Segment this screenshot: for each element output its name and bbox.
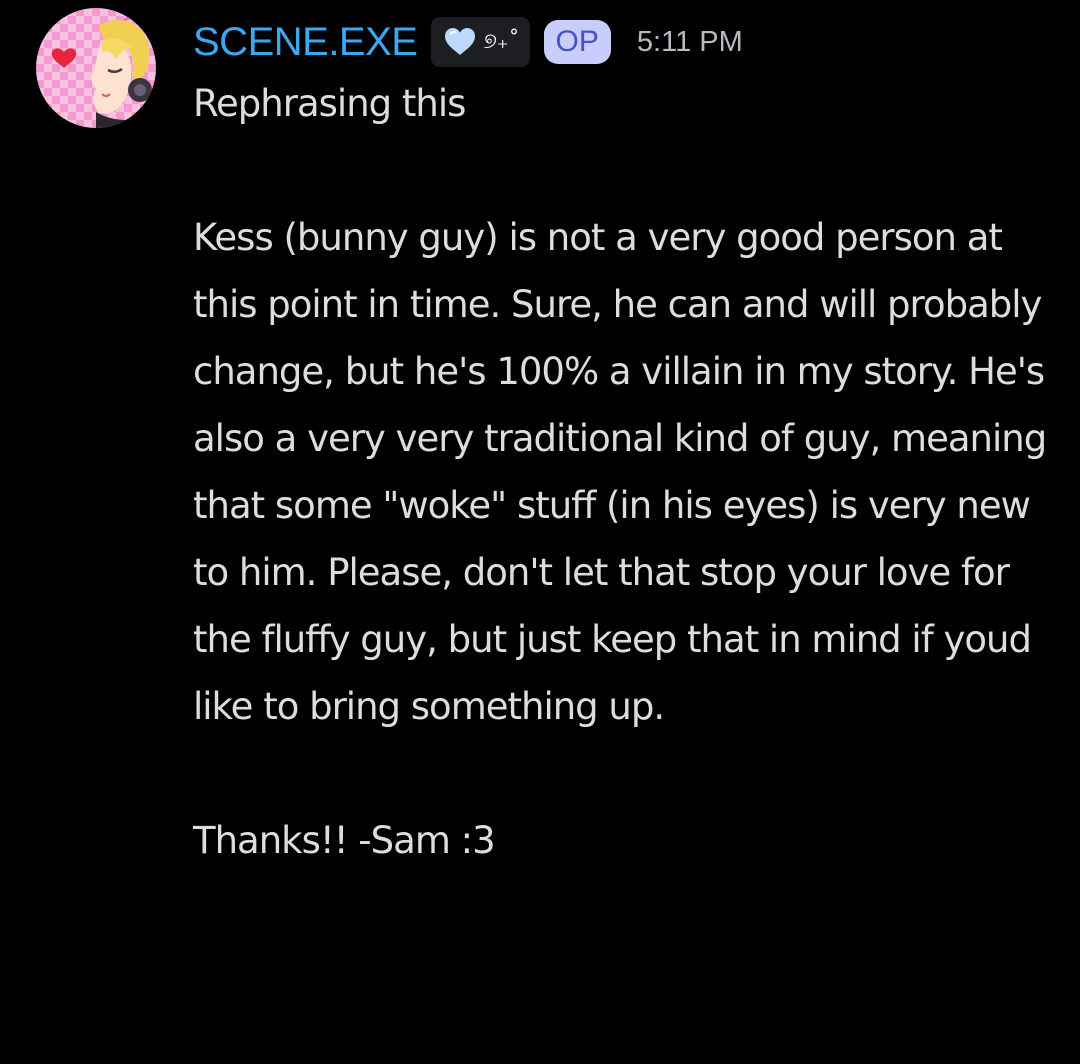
timestamp[interactable]: 5:11 PM: [637, 27, 743, 57]
role-badge[interactable]: ୭₊˚: [431, 17, 530, 67]
message-content: Rephrasing this Kess (bunny guy) is not …: [193, 82, 1047, 862]
avatar-artwork: [51, 15, 152, 128]
role-badge-label: ୭₊˚: [483, 29, 520, 54]
message-header: SCENE.EXE ୭₊˚ OP 5:11 PM: [193, 14, 743, 70]
heart-icon: [445, 28, 476, 55]
avatar[interactable]: [36, 8, 156, 128]
username[interactable]: SCENE.EXE: [193, 22, 418, 62]
op-badge: OP: [543, 20, 611, 64]
